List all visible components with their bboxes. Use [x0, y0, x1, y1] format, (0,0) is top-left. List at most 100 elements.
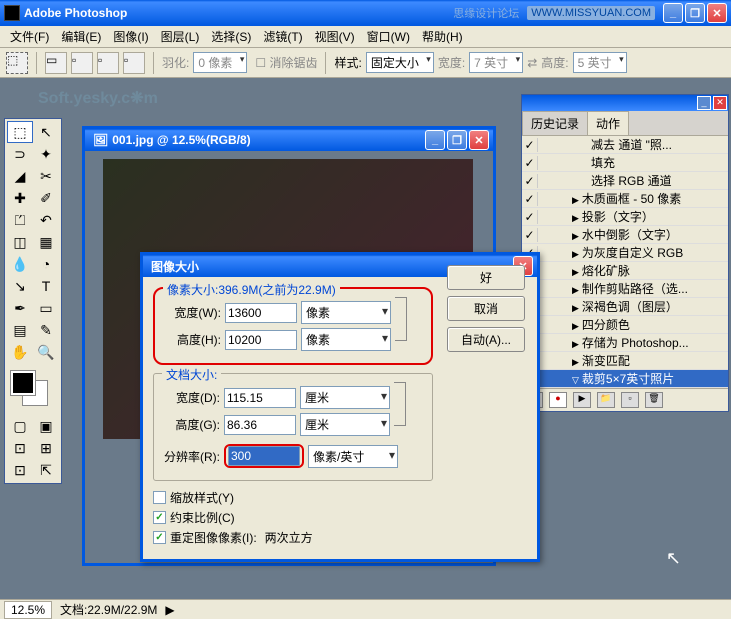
tool-preset[interactable]: ⬚ — [6, 52, 28, 74]
tab-actions[interactable]: 动作 — [587, 111, 629, 135]
sub-selection[interactable]: ▫ — [97, 52, 119, 74]
dh-unit[interactable]: 厘米 — [300, 413, 390, 436]
pw-unit[interactable]: 像素 — [301, 301, 391, 324]
minimize-button[interactable]: _ — [663, 3, 683, 23]
action-row[interactable]: ✓▶四分颜色 — [522, 316, 728, 334]
action-row[interactable]: ✓▶为灰度自定义 RGB — [522, 244, 728, 262]
doc-close[interactable]: ✕ — [469, 130, 489, 150]
menu-file[interactable]: 文件(F) — [4, 26, 55, 47]
stamp-tool[interactable]: ⏍ — [7, 209, 33, 231]
zoom-level[interactable]: 12.5% — [4, 601, 52, 619]
blur-tool[interactable]: 💧 — [7, 253, 33, 275]
action-row[interactable]: ✓▽裁剪5×7英寸照片 — [522, 370, 728, 388]
trash-button[interactable]: 🗑 — [645, 392, 663, 408]
new-action-button[interactable]: ▫ — [621, 392, 639, 408]
action-row[interactable]: ✓▶水中倒影（文字） — [522, 226, 728, 244]
action-row[interactable]: ✓选择 RGB 通道 — [522, 172, 728, 190]
history-brush[interactable]: ↶ — [33, 209, 59, 231]
style-select[interactable]: 固定大小 — [366, 52, 434, 73]
swap-icon[interactable]: ⇄ — [527, 56, 537, 70]
new-selection[interactable]: ▭ — [45, 52, 67, 74]
pw-label: 宽度(W): — [163, 304, 221, 321]
action-row[interactable]: ✓▶木质画框 - 50 像素 — [522, 190, 728, 208]
menu-edit[interactable]: 编辑(E) — [55, 26, 107, 47]
screen-std[interactable]: ⊡ — [7, 437, 33, 459]
action-row[interactable]: ✓▶渐变匹配 — [522, 352, 728, 370]
notes-tool[interactable]: ▤ — [7, 319, 33, 341]
heal-tool[interactable]: ✚ — [7, 187, 33, 209]
action-row[interactable]: ✓▶制作剪贴路径（选... — [522, 280, 728, 298]
scale-styles-check[interactable]: 缩放样式(Y) — [153, 489, 527, 506]
type-tool[interactable]: T — [33, 275, 59, 297]
shape-tool[interactable]: ▭ — [33, 297, 59, 319]
action-row[interactable]: ✓▶熔化矿脉 — [522, 262, 728, 280]
close-button[interactable]: ✕ — [707, 3, 727, 23]
play-button[interactable]: ▶ — [573, 392, 591, 408]
auto-button[interactable]: 自动(A)... — [447, 327, 525, 352]
screen-full[interactable]: ⊡ — [7, 459, 33, 481]
quickmask-off[interactable]: ▢ — [7, 415, 33, 437]
panel-close[interactable]: ✕ — [713, 96, 727, 110]
brush-tool[interactable]: ✐ — [33, 187, 59, 209]
menu-help[interactable]: 帮助(H) — [416, 26, 469, 47]
dh-input[interactable] — [224, 415, 296, 435]
pw-input[interactable] — [225, 303, 297, 323]
new-set-button[interactable]: 📁 — [597, 392, 615, 408]
fg-color[interactable] — [11, 371, 35, 395]
width-input[interactable]: 7 英寸 — [469, 52, 523, 73]
dodge-tool[interactable]: ◔ — [33, 253, 59, 275]
eyedropper[interactable]: ✎ — [33, 319, 59, 341]
intersect-selection[interactable]: ▫ — [123, 52, 145, 74]
move-tool[interactable]: ↖ — [33, 121, 59, 143]
crop-tool[interactable]: ◢ — [7, 165, 33, 187]
feather-label: 羽化: — [162, 54, 189, 71]
lasso-tool[interactable]: ⊃ — [7, 143, 33, 165]
dw-input[interactable] — [224, 388, 296, 408]
action-row[interactable]: ✓▶存储为 Photoshop... — [522, 334, 728, 352]
doc-minimize[interactable]: _ — [425, 130, 445, 150]
action-row[interactable]: ✓▶深褐色调（图层） — [522, 298, 728, 316]
zoom-tool[interactable]: 🔍 — [33, 341, 59, 363]
marquee-tool[interactable]: ⬚ — [7, 121, 33, 143]
hand-tool[interactable]: ✋ — [7, 341, 33, 363]
resample-check[interactable]: ✓重定图像像素(I): 两次立方 — [153, 529, 527, 546]
menu-image[interactable]: 图像(I) — [107, 26, 154, 47]
add-selection[interactable]: ▫ — [71, 52, 93, 74]
record-button[interactable] — [549, 392, 567, 408]
menu-view[interactable]: 视图(V) — [309, 26, 361, 47]
gradient-tool[interactable]: ▦ — [33, 231, 59, 253]
res-unit[interactable]: 像素/英寸 — [308, 445, 398, 468]
feather-input[interactable]: 0 像素 — [193, 52, 247, 73]
tab-history[interactable]: 历史记录 — [522, 111, 588, 135]
ok-button[interactable]: 好 — [447, 265, 525, 290]
menu-layer[interactable]: 图层(L) — [155, 26, 206, 47]
action-row[interactable]: ✓填充 — [522, 154, 728, 172]
maximize-button[interactable]: ❐ — [685, 3, 705, 23]
eraser-tool[interactable]: ◫ — [7, 231, 33, 253]
cancel-button[interactable]: 取消 — [447, 296, 525, 321]
ph-input[interactable] — [225, 330, 297, 350]
wand-tool[interactable]: ✦ — [33, 143, 59, 165]
constrain-check[interactable]: ✓约束比例(C) — [153, 509, 527, 526]
resample-select[interactable]: 两次立方 — [265, 529, 385, 546]
menu-filter[interactable]: 滤镜(T) — [257, 26, 308, 47]
jump-to[interactable]: ⇱ — [33, 459, 59, 481]
height-input[interactable]: 5 英寸 — [573, 52, 627, 73]
app-titlebar: Adobe Photoshop 思缘设计论坛 WWW.MISSYUAN.COM … — [0, 0, 731, 26]
screen-full-menu[interactable]: ⊞ — [33, 437, 59, 459]
pen-tool[interactable]: ✒ — [7, 297, 33, 319]
quickmask-on[interactable]: ▣ — [33, 415, 59, 437]
menu-select[interactable]: 选择(S) — [205, 26, 257, 47]
doc-maximize[interactable]: ❐ — [447, 130, 467, 150]
action-row[interactable]: ✓减去 通道 "照... — [522, 136, 728, 154]
status-arrow[interactable]: ▶ — [165, 603, 174, 617]
link-icon — [395, 297, 407, 341]
res-input[interactable] — [228, 446, 300, 466]
action-row[interactable]: ✓▶投影（文字） — [522, 208, 728, 226]
path-tool[interactable]: ↘ — [7, 275, 33, 297]
slice-tool[interactable]: ✂ — [33, 165, 59, 187]
panel-min[interactable]: _ — [697, 96, 711, 110]
menu-window[interactable]: 窗口(W) — [361, 26, 416, 47]
ph-unit[interactable]: 像素 — [301, 328, 391, 351]
dw-unit[interactable]: 厘米 — [300, 386, 390, 409]
